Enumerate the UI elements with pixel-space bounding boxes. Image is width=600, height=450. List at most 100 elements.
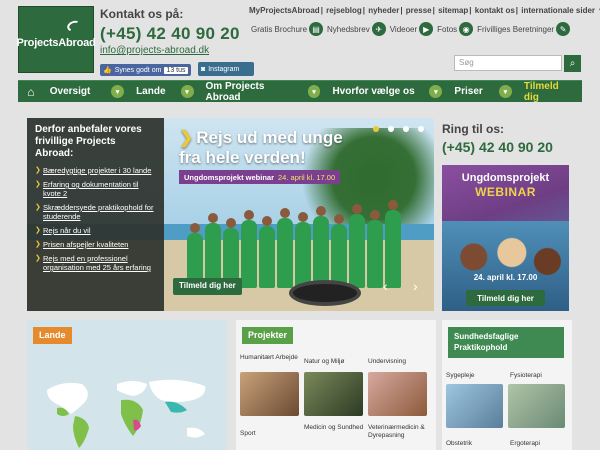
top-link[interactable]: sitemap xyxy=(438,6,468,15)
nav-item-tilmeld[interactable]: Tilmeld dig xyxy=(518,81,582,103)
health-link[interactable]: Ergoterapi xyxy=(510,440,540,448)
top-link[interactable]: internationale sider xyxy=(521,6,595,15)
quick-link-label: Videoer xyxy=(389,24,418,34)
search-button[interactable]: ⌕ xyxy=(564,55,581,72)
reason-item[interactable]: Prisen afspejler kvaliteten xyxy=(35,240,156,249)
instagram-icon: ◙ xyxy=(201,65,206,73)
headline-text: Rejs ud med unge fra hele verden! xyxy=(179,128,343,167)
health-link[interactable]: Obstetrik xyxy=(446,440,472,448)
contact-block: Kontakt os på: (+45) 42 40 90 20 info@pr… xyxy=(100,7,240,56)
slider-dot[interactable] xyxy=(403,126,409,132)
thumbs-up-icon: 👍 xyxy=(103,67,112,74)
camera-icon: ◉ xyxy=(459,22,474,36)
hero-person xyxy=(385,200,401,288)
slider-dot[interactable] xyxy=(418,126,424,132)
quick-link-photos[interactable]: Fotos ◉ xyxy=(437,22,474,36)
health-link[interactable]: Fysioterapi xyxy=(510,372,542,380)
project-thumb-nature[interactable] xyxy=(304,372,363,416)
quick-link-label: Nyhedsbrev xyxy=(327,24,370,34)
quick-link-brochure[interactable]: Gratis Brochure ▤ xyxy=(251,22,324,36)
reason-item[interactable]: Skræddersyede praktikophold for studeren… xyxy=(35,203,156,221)
reason-item[interactable]: Rejs når du vil xyxy=(35,226,156,235)
project-link[interactable]: Natur og Miljø xyxy=(304,358,364,366)
slider-next-icon[interactable]: › xyxy=(413,278,418,294)
webinar-tag-date: 24. april kl. 17.00 xyxy=(278,172,336,182)
project-link[interactable]: Undervisning xyxy=(368,358,428,366)
hero-group-photo xyxy=(187,193,407,288)
hero-person xyxy=(367,210,383,288)
promo-signup-button[interactable]: Tilmeld dig her xyxy=(466,290,545,306)
top-link[interactable]: kontakt os xyxy=(475,6,515,15)
like-label: Synes godt om xyxy=(114,66,162,74)
instagram-button[interactable]: ◙ Instagram xyxy=(198,62,254,76)
call-us-phone[interactable]: (+45) 42 40 90 20 xyxy=(442,139,553,155)
slider-prev-icon[interactable]: ‹ xyxy=(383,278,388,294)
hero-person xyxy=(277,208,293,288)
nav-item-hvorfor[interactable]: Hvorfor vælge os ▾ xyxy=(326,81,448,103)
chevron-down-icon: ▾ xyxy=(498,85,512,98)
projects-panel: Projekter Humanitært Arbejde Natur og Mi… xyxy=(236,320,436,450)
reason-item[interactable]: Erfaring og dokumentation til kvote 2 xyxy=(35,180,156,198)
headline-marker-icon: ❯ xyxy=(179,128,194,147)
projects-title[interactable]: Projekter xyxy=(242,327,294,344)
nav-item-priser[interactable]: Priser ▾ xyxy=(448,81,517,103)
nav-label: Lande xyxy=(136,86,166,97)
hero-person xyxy=(349,204,365,288)
reason-item[interactable]: Bæredygtige projekter i 30 lande xyxy=(35,166,156,175)
contact-email[interactable]: info@projects-abroad.dk xyxy=(100,45,240,56)
project-link[interactable]: Medicin og Sundhed xyxy=(304,424,364,432)
countries-panel: Lande xyxy=(27,320,227,450)
hero-person xyxy=(241,210,257,288)
projects-abroad-logo[interactable]: ProjectsAbroad xyxy=(16,6,96,73)
search-input[interactable]: Søg xyxy=(454,55,562,71)
hero-person xyxy=(259,216,275,288)
quick-link-newsletter[interactable]: Nyhedsbrev ✈ xyxy=(327,22,386,36)
webinar-tag-label: Ungdomsprojekt webinar xyxy=(184,172,275,182)
health-link[interactable]: Sygepleje xyxy=(446,372,475,380)
health-thumb-nursing[interactable] xyxy=(446,384,503,428)
slider-dot[interactable] xyxy=(388,126,394,132)
reasons-title: Derfor anbefaler vores frivillige Projec… xyxy=(35,124,142,159)
promo-subtitle: WEBINAR xyxy=(475,185,536,199)
top-link[interactable]: MyProjectsAbroad xyxy=(249,6,320,15)
nav-item-oversigt[interactable]: Oversigt ▾ xyxy=(44,81,130,103)
project-thumb-teaching[interactable] xyxy=(368,372,427,416)
slider-dots xyxy=(373,126,424,132)
top-link[interactable]: presse xyxy=(406,6,432,15)
nav-label: Om Projects Abroad xyxy=(205,80,265,103)
project-link[interactable]: Sport xyxy=(240,430,300,438)
brochure-icon: ▤ xyxy=(309,22,324,36)
chevron-down-icon: ▾ xyxy=(429,85,443,98)
reason-item[interactable]: Rejs med en professionel organisation me… xyxy=(35,254,156,272)
facebook-like-button[interactable]: 👍 Synes godt om 13 tus xyxy=(100,64,191,76)
webinar-promo[interactable]: Ungdomsprojekt WEBINAR 24. april kl. 17.… xyxy=(442,165,569,311)
nav-label: Oversigt xyxy=(49,86,91,97)
map-asia xyxy=(149,379,206,402)
countries-title[interactable]: Lande xyxy=(33,327,72,344)
project-link[interactable]: Veterinærmedicin & Dyrepasning xyxy=(368,424,430,440)
quick-link-stories[interactable]: Frivilliges Beretninger ✎ xyxy=(477,22,571,36)
map-europe xyxy=(117,381,147,396)
health-title[interactable]: Sundhedsfaglige Praktikophold xyxy=(448,327,564,358)
nav-item-om[interactable]: Om Projects Abroad ▾ xyxy=(200,81,327,103)
home-icon[interactable]: ⌂ xyxy=(18,81,44,103)
world-map[interactable] xyxy=(37,370,222,450)
pen-icon: ✎ xyxy=(556,22,571,36)
top-link[interactable]: rejseblog xyxy=(326,6,362,15)
slider-dot[interactable] xyxy=(373,126,379,132)
webinar-tag[interactable]: Ungdomsprojekt webinar 24. april kl. 17.… xyxy=(179,170,341,184)
hero-person xyxy=(295,212,311,288)
top-link[interactable]: nyheder xyxy=(368,6,399,15)
project-link[interactable]: Humanitært Arbejde xyxy=(240,354,300,362)
promo-title: Ungdomsprojekt xyxy=(461,172,550,184)
nav-label: Hvorfor vælge os xyxy=(332,86,415,97)
map-south-asia xyxy=(165,401,187,413)
contact-phone[interactable]: (+45) 42 40 90 20 xyxy=(100,24,240,44)
quick-link-video[interactable]: Videoer ▶ xyxy=(389,22,434,36)
like-count: 13 tus xyxy=(164,66,188,74)
project-thumb-humanitarian[interactable] xyxy=(240,372,299,416)
hero-signup-button[interactable]: Tilmeld dig her xyxy=(173,278,242,295)
call-us-label: Ring til os: xyxy=(442,122,504,136)
nav-item-lande[interactable]: Lande ▾ xyxy=(130,81,199,103)
health-thumb-physio[interactable] xyxy=(508,384,565,428)
